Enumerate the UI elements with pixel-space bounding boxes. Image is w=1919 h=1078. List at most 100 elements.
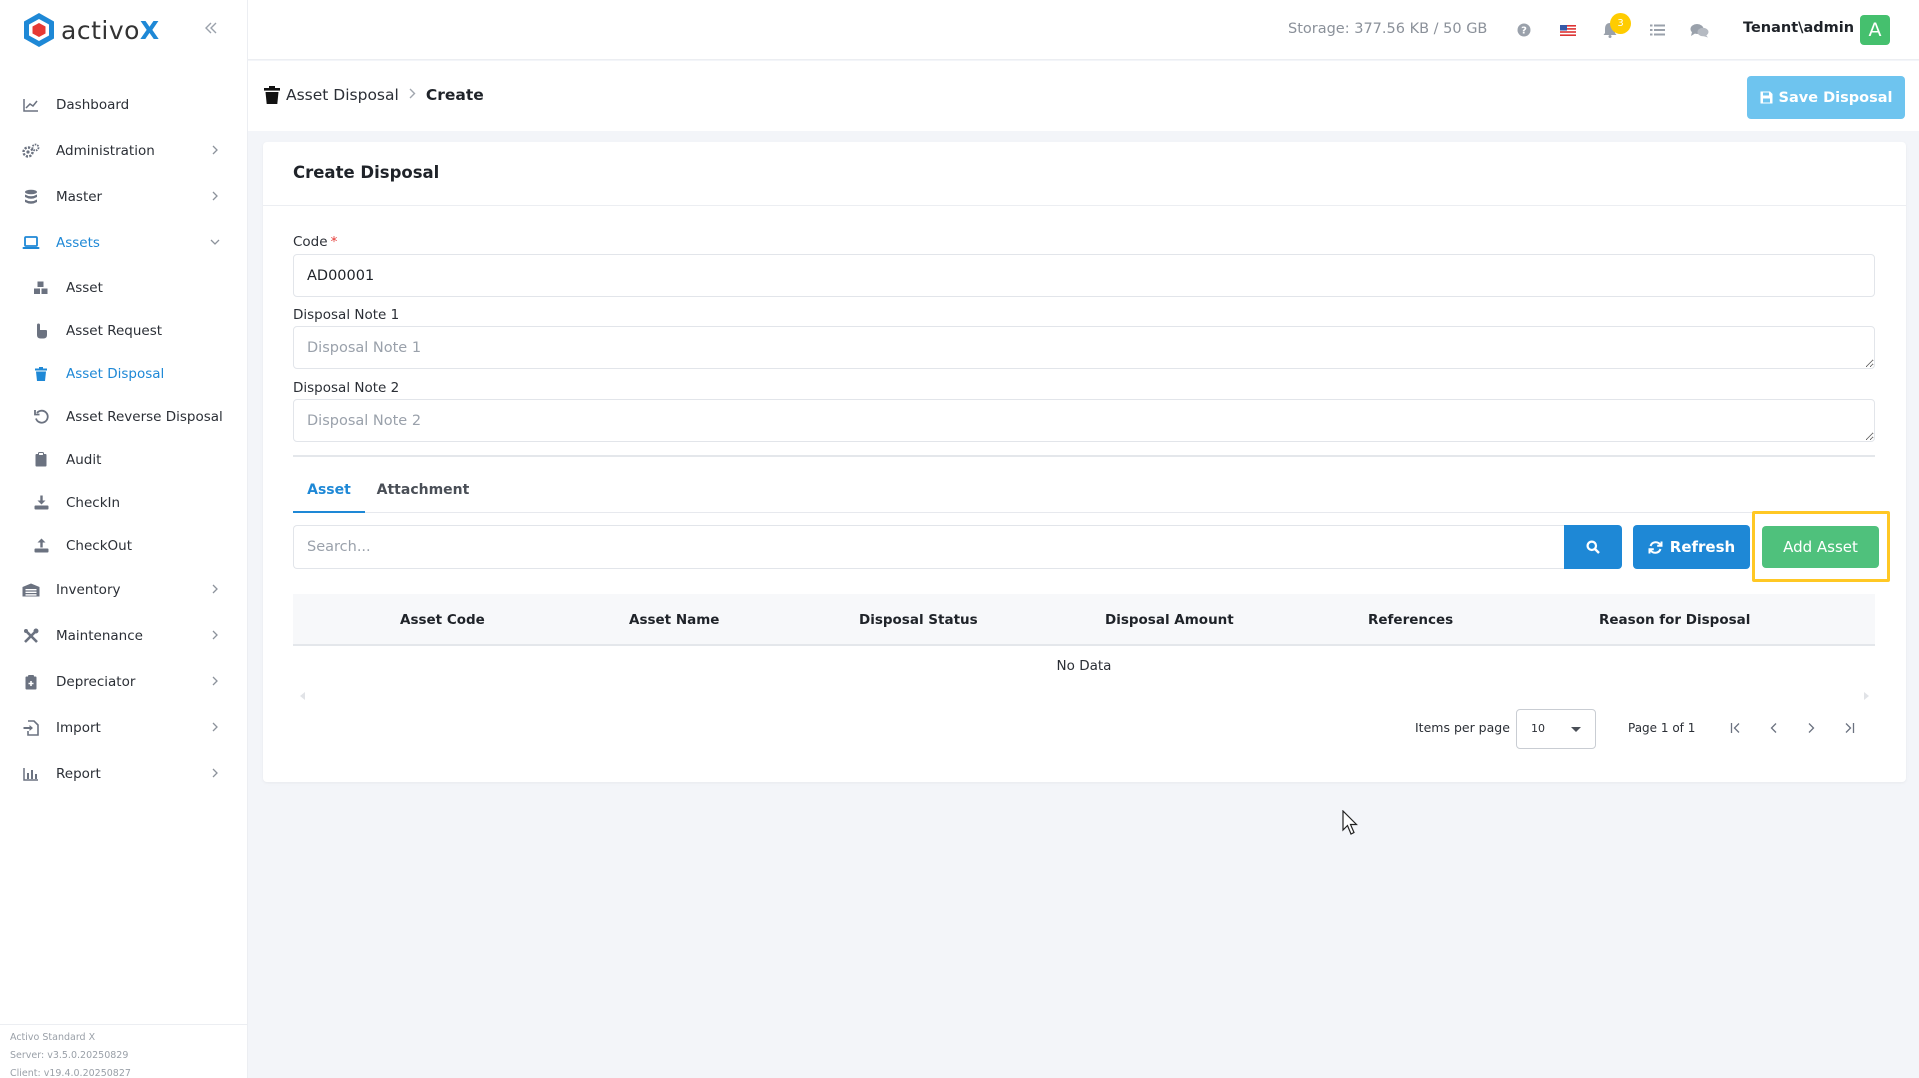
refresh-button[interactable]: Refresh <box>1633 525 1750 569</box>
next-page-icon[interactable] <box>1801 718 1821 738</box>
storage-usage: Storage: 377.56 KB / 50 GB <box>1288 21 1488 37</box>
column-disposal-amount[interactable]: Disposal Amount <box>1105 594 1234 646</box>
search-icon <box>1586 540 1600 554</box>
save-disposal-button[interactable]: Save Disposal <box>1747 76 1905 119</box>
create-disposal-card: Create Disposal Code* Disposal Note 1 Di… <box>263 142 1906 782</box>
topbar: Storage: 377.56 KB / 50 GB ? 3 Tenant\ad… <box>248 0 1919 60</box>
save-disposal-label: Save Disposal <box>1778 89 1893 106</box>
chevron-down-icon <box>207 234 223 250</box>
page-info: Page 1 of 1 <box>1628 721 1696 735</box>
avatar[interactable]: A <box>1860 15 1890 45</box>
sidebar-item-assets[interactable]: Assets <box>0 220 247 266</box>
sidebar-subitem-audit[interactable]: Audit <box>0 438 247 481</box>
sidebar-item-maintenance[interactable]: Maintenance <box>0 613 247 659</box>
hand-pointer-icon <box>32 322 50 340</box>
sidebar-subitem-label: CheckOut <box>66 537 133 554</box>
sidebar: activoX Dashboard Administration Master … <box>0 0 248 1078</box>
scroll-right-icon[interactable] <box>1863 692 1871 702</box>
tab-attachment[interactable]: Attachment <box>375 472 471 513</box>
collapse-sidebar-icon[interactable] <box>201 18 221 40</box>
sidebar-item-label: Master <box>56 189 103 205</box>
chevron-right-icon <box>207 719 223 735</box>
sidebar-item-label: Report <box>56 766 101 782</box>
file-import-icon <box>22 719 40 737</box>
bar-chart-icon <box>22 765 40 783</box>
column-reason-for-disposal[interactable]: Reason for Disposal <box>1599 594 1750 646</box>
sidebar-subitem-checkin[interactable]: CheckIn <box>0 481 247 524</box>
asset-table-header: Asset Code Asset Name Disposal Status Di… <box>293 594 1875 646</box>
trash-icon <box>32 365 50 383</box>
disposal-note-1-field[interactable] <box>293 326 1875 369</box>
product-name: Activo Standard X <box>10 1032 96 1043</box>
sidebar-subitem-checkout[interactable]: CheckOut <box>0 524 247 567</box>
client-version: Client: v19.4.0.20250827 <box>10 1068 131 1078</box>
first-page-icon[interactable] <box>1726 718 1746 738</box>
trash-icon <box>264 86 280 104</box>
svg-text:?: ? <box>1521 26 1527 37</box>
card-title: Create Disposal <box>293 163 440 182</box>
search-input[interactable] <box>293 525 1576 569</box>
us-flag-icon[interactable] <box>1558 20 1578 40</box>
brand[interactable]: activoX <box>0 0 247 60</box>
caret-down-icon <box>1571 727 1581 732</box>
disposal-note-1-label: Disposal Note 1 <box>293 307 400 323</box>
help-icon[interactable]: ? <box>1514 20 1534 40</box>
disposal-note-2-field[interactable] <box>293 399 1875 442</box>
column-references[interactable]: References <box>1368 594 1453 646</box>
task-list-icon[interactable] <box>1647 20 1667 40</box>
sidebar-subitem-asset[interactable]: Asset <box>0 266 247 309</box>
column-disposal-status[interactable]: Disposal Status <box>859 594 978 646</box>
warehouse-icon <box>22 581 40 599</box>
chevron-right-icon <box>207 581 223 597</box>
version-info: Activo Standard X Server: v3.5.0.2025082… <box>0 1024 248 1078</box>
upload-icon <box>32 537 50 555</box>
column-asset-name[interactable]: Asset Name <box>629 594 719 646</box>
chevron-right-icon <box>207 765 223 781</box>
sidebar-item-inventory[interactable]: Inventory <box>0 567 247 613</box>
cubes-icon <box>32 279 50 297</box>
user-name[interactable]: Tenant\admin <box>1743 20 1854 36</box>
code-label: Code * <box>293 234 338 250</box>
sidebar-subitem-asset-reverse-disposal[interactable]: Asset Reverse Disposal <box>0 395 247 438</box>
page-size-select[interactable]: 10 <box>1516 709 1596 749</box>
chart-line-icon <box>22 96 40 114</box>
search-button[interactable] <box>1564 525 1622 569</box>
page-size-value: 10 <box>1531 722 1545 735</box>
add-asset-button[interactable]: Add Asset <box>1762 526 1879 568</box>
sidebar-subitem-asset-disposal[interactable]: Asset Disposal <box>0 352 247 395</box>
download-icon <box>32 494 50 512</box>
page-header: Asset Disposal Create Save Disposal <box>248 61 1919 131</box>
clipboard-icon <box>32 451 50 469</box>
breadcrumb: Asset Disposal Create <box>264 86 484 104</box>
notification-badge: 3 <box>1610 13 1631 34</box>
detail-tabs: Asset Attachment <box>293 472 1875 513</box>
sidebar-subitem-label: Audit <box>66 451 102 468</box>
chevron-right-icon <box>207 673 223 689</box>
sidebar-subitem-label: CheckIn <box>66 494 121 511</box>
sidebar-item-import[interactable]: Import <box>0 705 247 751</box>
server-version: Server: v3.5.0.20250829 <box>10 1050 129 1061</box>
sidebar-item-administration[interactable]: Administration <box>0 128 247 174</box>
sidebar-item-label: Administration <box>56 143 155 159</box>
tab-asset[interactable]: Asset <box>293 472 365 513</box>
sidebar-item-depreciator[interactable]: Depreciator <box>0 659 247 705</box>
breadcrumb-parent[interactable]: Asset Disposal <box>286 86 399 104</box>
sidebar-item-label: Dashboard <box>56 97 130 113</box>
code-field[interactable] <box>293 254 1875 297</box>
sidebar-subitem-asset-request[interactable]: Asset Request <box>0 309 247 352</box>
column-asset-code[interactable]: Asset Code <box>400 594 485 646</box>
scroll-left-icon[interactable] <box>300 692 308 702</box>
chat-icon[interactable] <box>1689 20 1709 40</box>
items-per-page-label: Items per page <box>1415 720 1510 735</box>
last-page-icon[interactable] <box>1839 718 1859 738</box>
sidebar-item-report[interactable]: Report <box>0 751 247 797</box>
sidebar-item-label: Depreciator <box>56 674 136 690</box>
sidebar-item-label: Import <box>56 720 101 736</box>
calculator-icon <box>22 673 40 691</box>
database-icon <box>22 188 40 206</box>
sidebar-nav: Dashboard Administration Master Assets A… <box>0 82 247 797</box>
breadcrumb-separator-icon <box>409 87 416 103</box>
sidebar-item-master[interactable]: Master <box>0 174 247 220</box>
sidebar-item-dashboard[interactable]: Dashboard <box>0 82 247 128</box>
previous-page-icon[interactable] <box>1764 718 1784 738</box>
